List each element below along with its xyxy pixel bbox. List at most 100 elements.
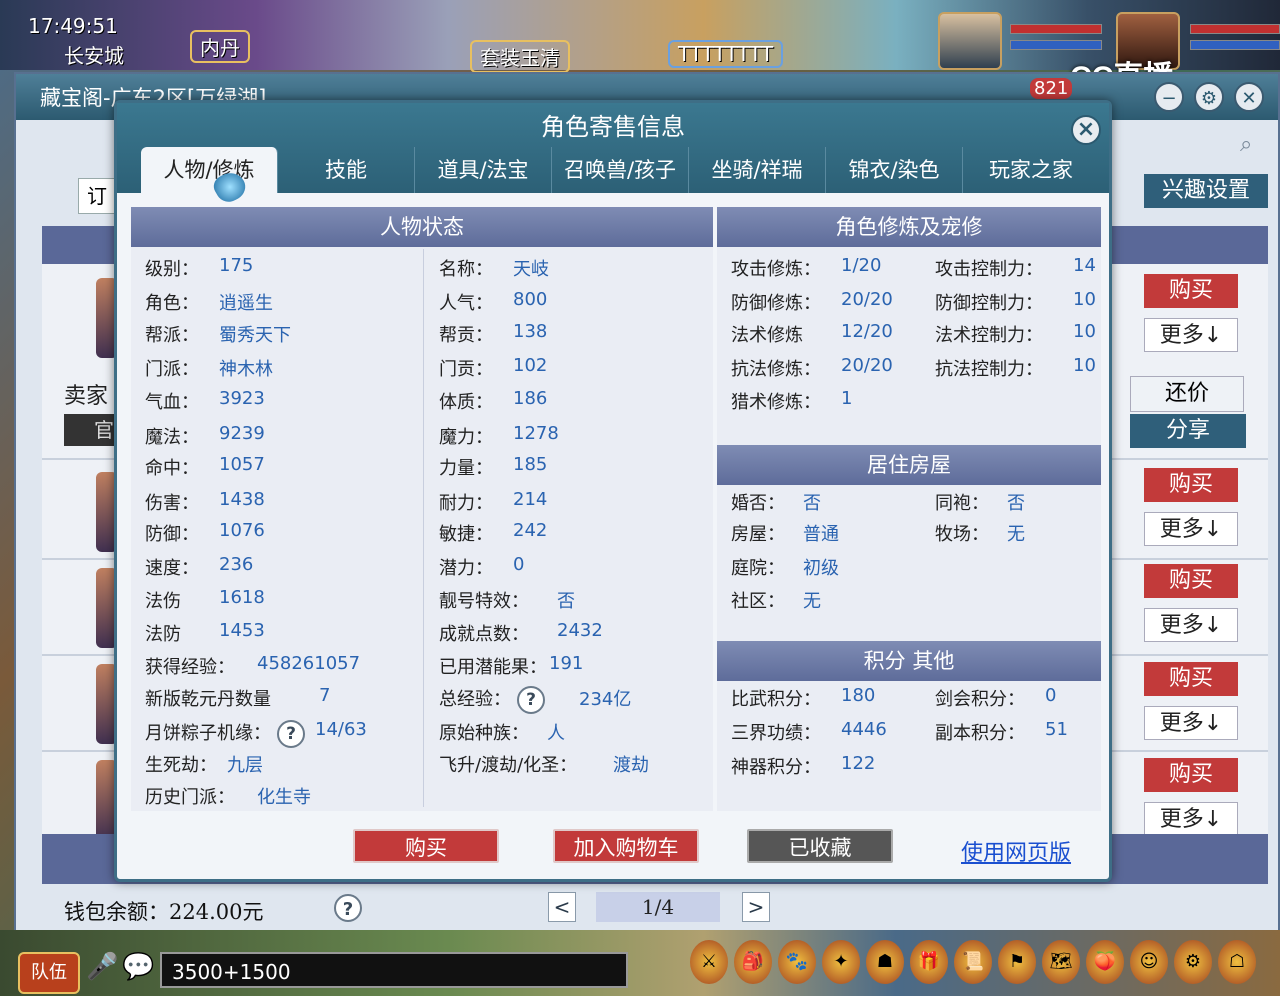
window-close-icon[interactable]: ✕ (1234, 82, 1264, 112)
gift-icon[interactable]: 🎁 (910, 940, 948, 984)
use-web-version-link[interactable]: 使用网页版 (961, 835, 1071, 867)
stat-row: 敏捷： 242 (439, 520, 547, 546)
toolbar-icons: ⚔ 🎒 🐾 ✦ ☗ 🎁 📜 ⚑ 🗺 🍑 ☺ ⚙ ☖ (690, 940, 1256, 984)
tab-skills[interactable]: 技能 (278, 147, 415, 193)
seller-official-tag: 官 (64, 414, 114, 446)
minimize-icon[interactable]: − (1154, 82, 1184, 112)
listing-more-button[interactable]: 更多↓ (1144, 706, 1238, 740)
stat-label: 法伤 (145, 591, 181, 612)
share-button[interactable]: 分享 (1130, 414, 1246, 448)
title-chip[interactable]: TTTTTTTT (668, 40, 784, 68)
scroll-icon[interactable]: 📜 (954, 940, 992, 984)
peach-icon[interactable]: 🍑 (1086, 940, 1124, 984)
stat-row: 抗法修炼： 20/20 (731, 355, 893, 381)
tab-items[interactable]: 道具/法宝 (415, 147, 552, 193)
team-button[interactable]: 队伍 (18, 952, 80, 994)
interest-settings-button[interactable]: 兴趣设置 (1144, 174, 1268, 208)
dialog-close-icon[interactable]: × (1071, 115, 1101, 145)
stat-label: 抗法控制力： (935, 359, 1043, 380)
stat-value: 化生寺 (257, 787, 311, 808)
stat-label: 庭院： (731, 558, 785, 579)
neidan-chip[interactable]: 内丹 (190, 30, 250, 63)
tab-character[interactable]: 人物/修炼 (141, 147, 278, 193)
stat-value: 无 (803, 591, 821, 612)
stat-value: 1438 (219, 489, 265, 510)
stat-label: 抗法修炼： (731, 359, 821, 380)
help-icon[interactable]: ? (277, 720, 305, 748)
stat-value: 10 (1073, 321, 1096, 342)
map-icon[interactable]: 🗺 (1042, 940, 1080, 984)
sword-icon[interactable]: ⚔ (690, 940, 728, 984)
next-page-button[interactable]: > (742, 892, 770, 922)
skill-icon[interactable]: ✦ (822, 940, 860, 984)
game-hud-bottom: 队伍 🎤 💬 3500+1500 ⚔ 🎒 🐾 ✦ ☗ 🎁 📜 ⚑ 🗺 🍑 ☺ ⚙… (0, 930, 1280, 996)
wallet-help-icon[interactable]: ? (334, 894, 362, 922)
tab-home[interactable]: 玩家之家 (963, 147, 1099, 193)
stat-row: 已用潜能果： 191 (439, 653, 583, 679)
stat-row: 获得经验： 458261057 (145, 653, 360, 679)
team-icon[interactable]: ☗ (866, 940, 904, 984)
suit-chip[interactable]: 套装玉清 (470, 40, 570, 73)
stat-row: 攻击控制力： 14 (935, 255, 1096, 281)
prev-page-button[interactable]: < (548, 892, 576, 922)
haggle-button[interactable]: 还价 (1130, 376, 1244, 412)
shop-icon[interactable]: ☖ (1218, 940, 1256, 984)
settings-gear-icon[interactable]: ⚙ (1194, 82, 1224, 112)
tab-mounts[interactable]: 坐骑/祥瑞 (689, 147, 826, 193)
tab-bar: 人物/修炼 技能 道具/法宝 召唤兽/孩子 坐骑/祥瑞 锦衣/染色 玩家之家 (141, 147, 1099, 193)
stat-value: 236 (219, 554, 254, 575)
stat-value: 214 (513, 489, 548, 510)
bag-icon[interactable]: 🎒 (734, 940, 772, 984)
buy-button[interactable]: 购买 (353, 829, 499, 863)
stat-row: 伤害： 1438 (145, 489, 265, 515)
pet-avatar[interactable] (938, 12, 1002, 70)
stat-row: 潜力： 0 (439, 554, 524, 580)
stat-label: 潜力： (439, 558, 493, 579)
listing-buy-button[interactable]: 购买 (1144, 274, 1238, 308)
search-icon[interactable]: ⌕ (1240, 132, 1252, 157)
stat-row: 门派： 神木林 (145, 355, 273, 381)
stat-row: 气血： 3923 (145, 388, 265, 414)
listing-more-button[interactable]: 更多↓ (1144, 512, 1238, 546)
add-to-cart-button[interactable]: 加入购物车 (553, 829, 699, 863)
listing-buy-button[interactable]: 购买 (1144, 564, 1238, 598)
chat-bubble-icon[interactable]: 💬 (122, 952, 154, 982)
stat-label: 帮派： (145, 325, 199, 346)
stat-row: 防御修炼： 20/20 (731, 289, 893, 315)
chat-input[interactable]: 3500+1500 (160, 952, 628, 988)
stat-row: 法术控制力： 10 (935, 321, 1096, 347)
tab-summons[interactable]: 召唤兽/孩子 (552, 147, 689, 193)
stat-row: 门贡： 102 (439, 355, 547, 381)
stat-value: 1278 (513, 423, 559, 444)
cultivation-panel-title: 角色修炼及宠修 (717, 207, 1101, 247)
listing-buy-button[interactable]: 购买 (1144, 662, 1238, 696)
collected-button[interactable]: 已收藏 (747, 829, 893, 863)
help-icon[interactable]: ? (517, 686, 545, 714)
wallet-balance: 钱包余额：224.00元 (64, 900, 264, 924)
stat-label: 总经验： (439, 689, 511, 710)
listing-buy-button[interactable]: 购买 (1144, 468, 1238, 502)
stat-row: 防御控制力： 10 (935, 289, 1096, 315)
order-tab[interactable]: 订 (78, 178, 116, 214)
listing-more-button[interactable]: 更多↓ (1144, 608, 1238, 642)
stat-row: 级别： 175 (145, 255, 253, 281)
tab-outfits[interactable]: 锦衣/染色 (826, 147, 963, 193)
stat-row: 庭院： 初级 (731, 554, 839, 580)
listing-buy-button[interactable]: 购买 (1144, 758, 1238, 792)
stat-label: 防御： (145, 524, 199, 545)
stat-label: 速度： (145, 558, 199, 579)
stat-label: 防御修炼： (731, 293, 821, 314)
microphone-icon[interactable]: 🎤 (86, 952, 118, 982)
listing-more-button[interactable]: 更多↓ (1144, 802, 1238, 836)
stat-row: 名称： 天岐 (439, 255, 549, 281)
pet-icon[interactable]: 🐾 (778, 940, 816, 984)
listing-more-button[interactable]: 更多↓ (1144, 318, 1238, 352)
system-icon[interactable]: ⚙ (1174, 940, 1212, 984)
stat-row: 法伤 1618 (145, 587, 265, 613)
stat-value: 否 (803, 493, 821, 514)
stat-value: 1/20 (841, 255, 882, 276)
stat-row: 总经验：? 234亿 (439, 685, 631, 714)
flag-icon[interactable]: ⚑ (998, 940, 1036, 984)
friend-icon[interactable]: ☺ (1130, 940, 1168, 984)
stat-value: 普通 (803, 524, 839, 545)
